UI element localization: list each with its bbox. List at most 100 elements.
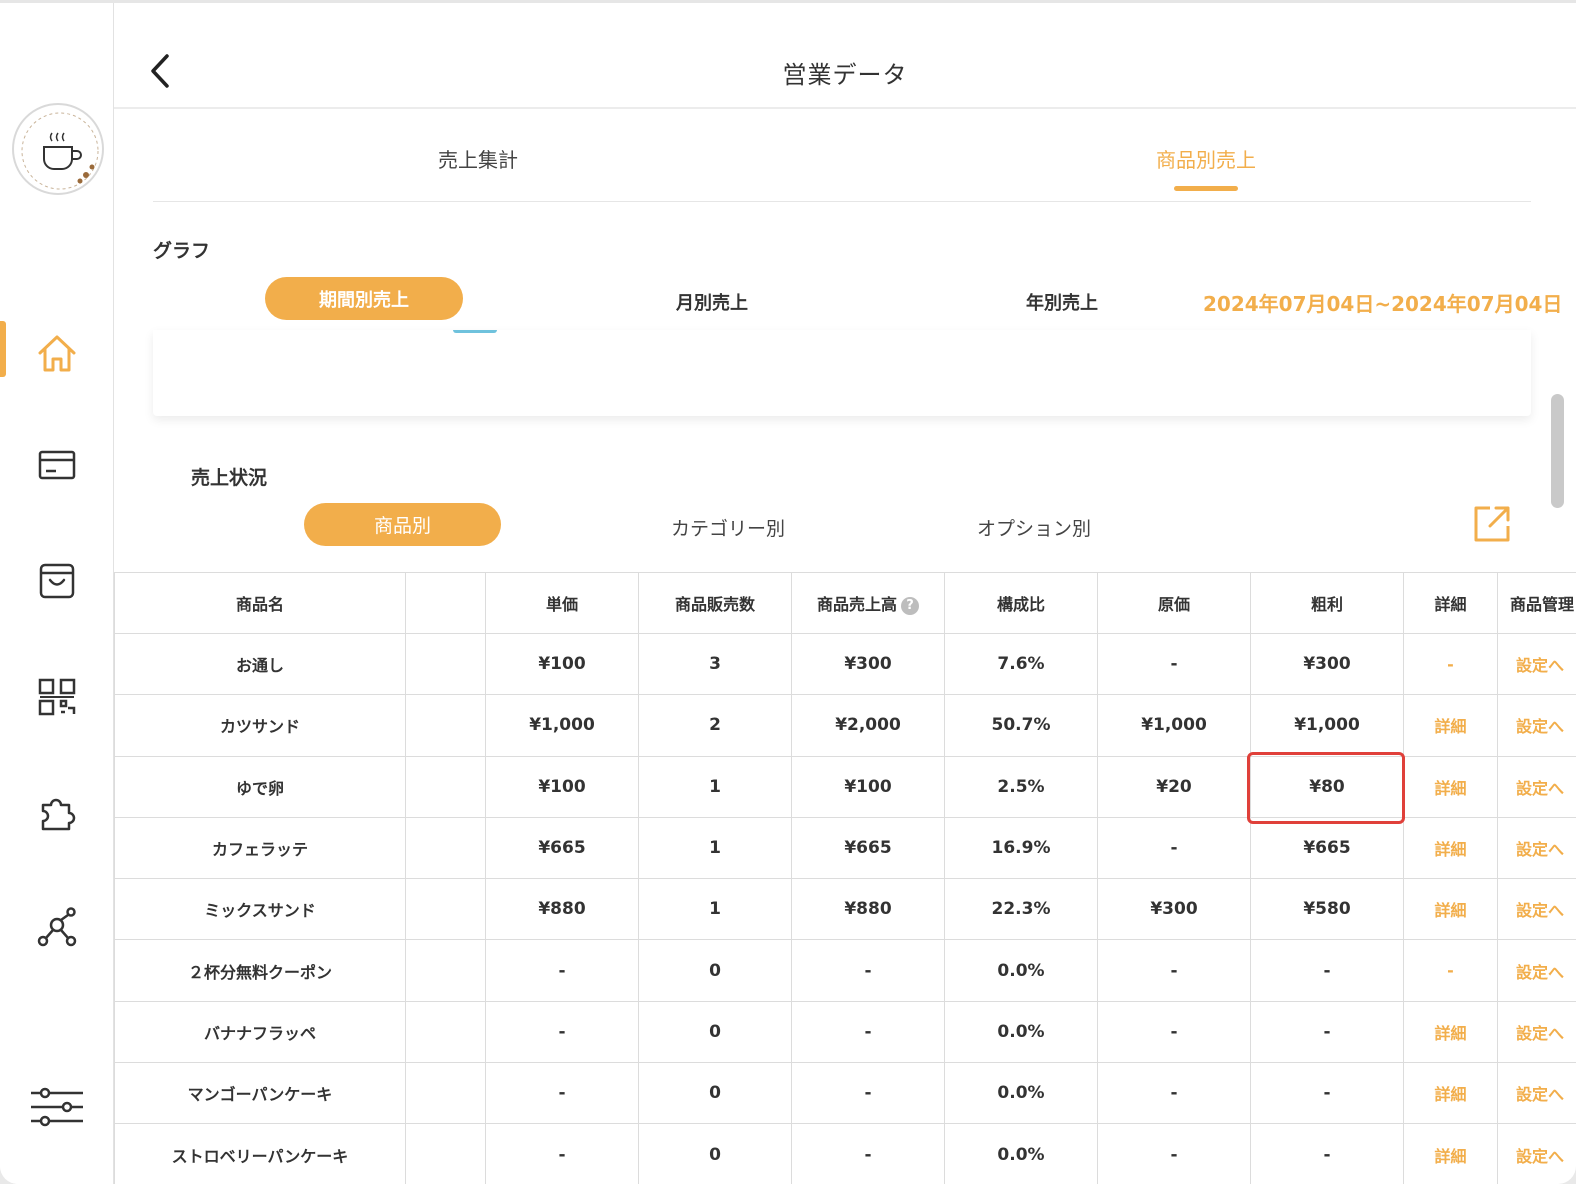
home-icon — [38, 335, 76, 372]
cell-product-name: カフェラッテ — [114, 816, 406, 880]
qr-code-icon — [38, 678, 76, 716]
cell-detail-link[interactable]: 詳細 — [1403, 755, 1498, 818]
bag-icon — [39, 563, 75, 599]
cell-profit: - — [1250, 1062, 1404, 1125]
app-window: 営業データ 売上集計 商品別売上 グラフ 期間別売上 月別売上 年別売上 202… — [0, 0, 1576, 1184]
cell-product-name: ストロベリーパンケーキ — [114, 1123, 406, 1184]
cell-unit-price: ¥100 — [485, 755, 639, 818]
nav-home[interactable] — [0, 321, 114, 385]
period-tab-range[interactable]: 期間別売上 — [265, 277, 463, 320]
cell-detail-link[interactable]: 詳細 — [1403, 816, 1498, 880]
chart-edge — [453, 330, 497, 333]
page-title: 営業データ — [782, 61, 908, 89]
nav-products[interactable] — [0, 549, 114, 613]
cell-revenue: ¥100 — [791, 755, 945, 818]
cell-revenue: - — [791, 1123, 945, 1184]
cell-cost: - — [1097, 632, 1251, 696]
cell-cost: - — [1097, 816, 1251, 880]
table-row: ２杯分無料クーポン -0-0.0% - - - 設定へ — [114, 939, 1576, 1002]
cell-unit-price: ¥880 — [485, 878, 639, 941]
top-tabs: 売上集計 商品別売上 — [153, 112, 1531, 202]
cell-settings-link[interactable]: 設定へ — [1497, 939, 1576, 1002]
tab-sales-summary[interactable]: 売上集計 — [438, 144, 518, 173]
cell-spacer — [405, 694, 486, 757]
cell-qty: 0 — [638, 939, 792, 1002]
cell-ratio: 50.7% — [944, 694, 1098, 757]
cell-settings-link[interactable]: 設定へ — [1497, 755, 1576, 818]
table-row: マンゴーパンケーキ -0-0.0% - - 詳細 設定へ — [114, 1062, 1576, 1125]
nav-qr[interactable] — [0, 665, 114, 729]
help-icon[interactable]: ? — [901, 597, 919, 615]
cell-unit-price: - — [485, 1062, 639, 1125]
nav-payment[interactable] — [0, 433, 114, 497]
store-logo[interactable] — [12, 103, 104, 195]
cell-cost: - — [1097, 1062, 1251, 1125]
cell-unit-price: - — [485, 1000, 639, 1064]
sidebar — [0, 3, 114, 1184]
period-tab-monthly[interactable]: 月別売上 — [676, 289, 748, 315]
cell-revenue: ¥300 — [791, 632, 945, 696]
date-range[interactable]: 2024年07月04日~2024年07月04日 — [1203, 288, 1562, 317]
table-row: お通し ¥100 3 ¥300 7.6% - ¥300- 設定へ — [114, 632, 1576, 696]
cell-detail-link[interactable]: 詳細 — [1403, 1123, 1498, 1184]
cell-unit-price: ¥1,000 — [485, 694, 639, 757]
cell-qty: 1 — [638, 878, 792, 941]
segment-tab-category[interactable]: カテゴリー別 — [671, 514, 785, 541]
table-row: カフェラッテ ¥665 1 ¥665 16.9% - ¥665 詳細 設定へ — [114, 816, 1576, 880]
cell-unit-price: ¥665 — [485, 816, 639, 880]
cell-product-name: マンゴーパンケーキ — [114, 1062, 406, 1125]
cell-detail-link[interactable]: - — [1403, 939, 1498, 1002]
segment-tab-option[interactable]: オプション別 — [977, 514, 1091, 541]
puzzle-icon — [41, 798, 76, 831]
cell-qty: 0 — [638, 1000, 792, 1064]
nav-settings[interactable] — [0, 1075, 114, 1139]
cell-detail-link[interactable]: 詳細 — [1403, 1062, 1498, 1125]
cell-settings-link[interactable]: 設定へ — [1497, 878, 1576, 941]
tab-product-sales[interactable]: 商品別売上 — [1156, 144, 1256, 173]
segment-tab-product[interactable]: 商品別 — [304, 503, 501, 546]
nav-integrations[interactable] — [0, 895, 114, 959]
cell-ratio: 16.9% — [944, 816, 1098, 880]
cell-settings-link[interactable]: 設定へ — [1497, 816, 1576, 880]
col-header-revenue: 商品売上高? — [791, 572, 945, 634]
cell-unit-price: ¥100 — [485, 632, 639, 696]
cell-revenue: ¥665 — [791, 816, 945, 880]
cell-spacer — [405, 1062, 486, 1125]
cell-spacer — [405, 816, 486, 880]
cell-detail-link[interactable]: - — [1403, 632, 1498, 696]
cell-settings-link[interactable]: 設定へ — [1497, 1000, 1576, 1064]
graph-card — [153, 330, 1531, 416]
table-row: カツサンド ¥1,000 2 ¥2,000 50.7% ¥1,000 ¥1,000 詳細 設定へ — [114, 694, 1576, 757]
cell-ratio: 0.0% — [944, 1000, 1098, 1064]
cell-revenue: - — [791, 1062, 945, 1125]
cell-detail-link[interactable]: 詳細 — [1403, 694, 1498, 757]
cell-settings-link[interactable]: 設定へ — [1497, 1123, 1576, 1184]
cell-settings-link[interactable]: 設定へ — [1497, 632, 1576, 696]
period-tab-yearly[interactable]: 年別売上 — [1026, 289, 1098, 315]
cell-spacer — [405, 1123, 486, 1184]
cell-unit-price: - — [485, 1123, 639, 1184]
cell-spacer — [405, 1000, 486, 1064]
cell-ratio: 0.0% — [944, 1123, 1098, 1184]
active-tab-indicator — [1174, 186, 1238, 191]
cell-cost: ¥300 — [1097, 878, 1251, 941]
cell-detail-link[interactable]: 詳細 — [1403, 878, 1498, 941]
cell-qty: 0 — [638, 1062, 792, 1125]
table-row: ミックスサンド ¥880 1 ¥880 22.3% ¥300 ¥580 詳細 設定へ — [114, 878, 1576, 941]
cell-qty: 1 — [638, 755, 792, 818]
cell-spacer — [405, 755, 486, 818]
header: 営業データ — [114, 3, 1576, 109]
cell-product-name: ミックスサンド — [114, 878, 406, 941]
cell-settings-link[interactable]: 設定へ — [1497, 1062, 1576, 1125]
scrollbar[interactable] — [1551, 394, 1564, 508]
sales-table: 商品名 単価 商品販売数 商品売上高? 構成比 原価 粗利 詳細 商品管理 お通… — [114, 572, 1576, 1184]
export-button[interactable] — [1470, 502, 1514, 546]
cell-settings-link[interactable]: 設定へ — [1497, 694, 1576, 757]
cell-product-name: バナナフラッペ — [114, 1000, 406, 1064]
cell-profit: - — [1250, 939, 1404, 1002]
cell-profit: - — [1250, 1123, 1404, 1184]
cell-detail-link[interactable]: 詳細 — [1403, 1000, 1498, 1064]
table-row: ストロベリーパンケーキ -0-0.0% - - 詳細 設定へ — [114, 1123, 1576, 1184]
cell-revenue: ¥2,000 — [791, 694, 945, 757]
nav-extensions[interactable] — [0, 781, 114, 845]
